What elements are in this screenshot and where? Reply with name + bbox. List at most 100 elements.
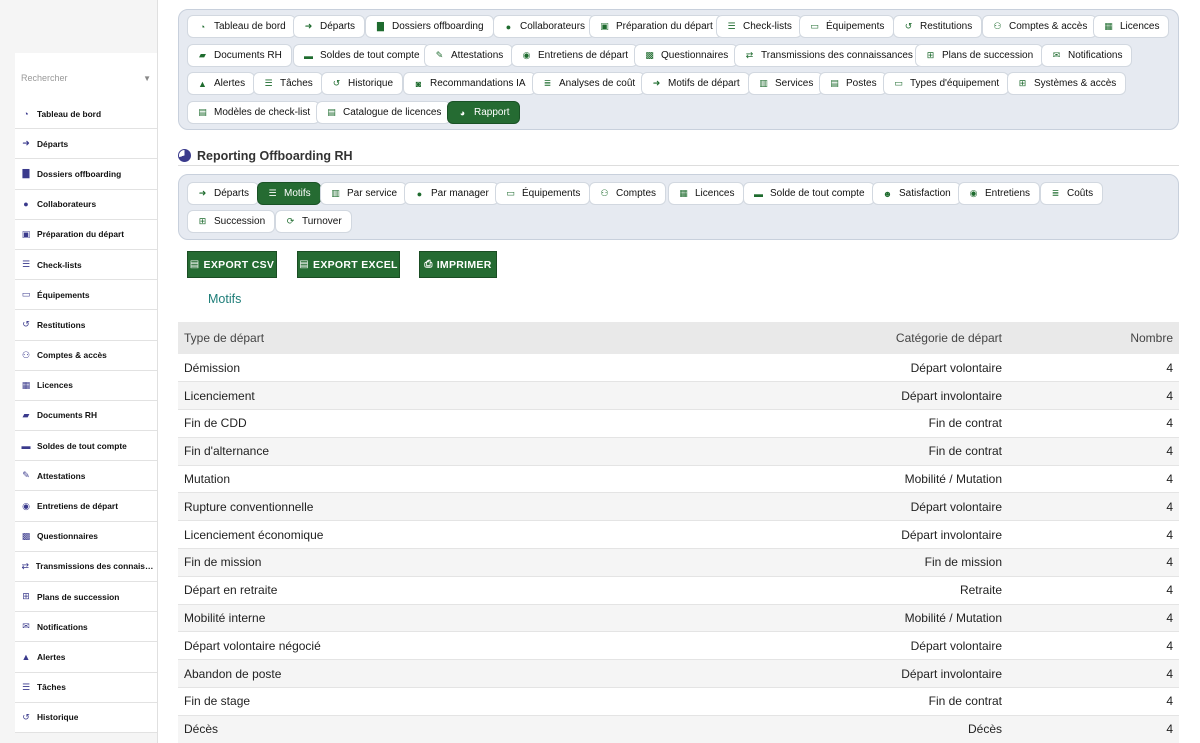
nav-tab-15[interactable]: ⇄ Transmissions des connaissances (734, 44, 923, 67)
nav-tab-14[interactable]: ▩ Questionnaires (634, 44, 739, 67)
nav-tab-29[interactable]: ▤ Catalogue de licences (316, 101, 452, 124)
sidebar-item-0[interactable]: ◔ Tableau de bord (15, 99, 157, 130)
cell-category: Mobilité / Mutation (904, 472, 1002, 487)
sidebar-item-5[interactable]: ☰ Check-lists (15, 249, 157, 281)
nav-tab-3[interactable]: ● Collaborateurs (493, 15, 596, 38)
report-tab-11[interactable]: ⊞ Succession (187, 210, 276, 233)
sidebar-item-2[interactable]: ▇ Dossiers offboarding (15, 159, 157, 190)
sidebar-item-8[interactable]: ⚇ Comptes & accès (15, 340, 157, 371)
sidebar-item-1[interactable]: ➜ Départs (15, 129, 157, 160)
sidebar-item-7[interactable]: ↺ Restitutions (15, 310, 157, 341)
sidebar-item-label: Check-lists (37, 259, 82, 270)
report-tab-label: Solde de tout compte (770, 188, 865, 199)
nav-tab-10[interactable]: ▰ Documents RH (187, 44, 292, 67)
sidebar-item-17[interactable]: ✉ Notifications (15, 612, 157, 643)
nav-tab-label: Préparation du départ (616, 21, 713, 32)
export-csv-button[interactable]: ▤ EXPORT CSV (187, 251, 277, 278)
report-tab-2[interactable]: ▥ Par service (320, 182, 408, 205)
report-tab-9[interactable]: ◉ Entretiens (958, 182, 1041, 205)
nav-tab-27[interactable]: ⊞ Systèmes & accès (1007, 72, 1127, 95)
laptop-icon: ▭ (506, 188, 515, 198)
nav-tab-28[interactable]: ▤ Modèles de check-list (187, 101, 321, 124)
sidebar-item-13[interactable]: ◉ Entretiens de départ (15, 491, 157, 522)
print-label: IMPRIMER (436, 258, 492, 271)
sidebar-item-label: Plans de succession (37, 591, 120, 602)
table-row: Démission Départ volontaire 4 (178, 354, 1179, 382)
report-tab-6[interactable]: ▦ Licences (668, 182, 745, 205)
id-badge-icon: ▦ (1104, 21, 1113, 31)
cell-count: 4 (1166, 499, 1173, 514)
report-tab-0[interactable]: ➜ Départs (187, 182, 260, 205)
export-excel-button[interactable]: ▤ EXPORT EXCEL (297, 251, 400, 278)
nav-tab-12[interactable]: ✎ Attestations (424, 44, 514, 67)
report-tab-3[interactable]: ● Par manager (404, 182, 499, 205)
export-excel-label: EXPORT EXCEL (313, 258, 398, 271)
nav-tab-30[interactable]: ◕ Rapport (447, 101, 520, 124)
nav-tab-11[interactable]: ▬ Soldes de tout compte (293, 44, 430, 67)
sidebar-item-20[interactable]: ↺ Historique (15, 702, 157, 733)
sidebar-item-19[interactable]: ☰ Tâches (15, 672, 157, 703)
sidebar-item-3[interactable]: ● Collaborateurs (15, 189, 157, 220)
nav-tab-label: Services (775, 78, 814, 89)
dashboard-icon: ◔ (199, 21, 206, 32)
id-card-icon: ▤ (327, 107, 336, 117)
sidebar-item-6[interactable]: ▭ Équipements (15, 280, 157, 311)
nav-tab-13[interactable]: ◉ Entretiens de départ (511, 44, 639, 67)
sidebar-item-12[interactable]: ✎ Attestations (15, 461, 157, 492)
nav-tab-6[interactable]: ▭ Équipements (799, 15, 895, 38)
nav-tab-20[interactable]: ↺ Historique (321, 72, 404, 95)
nav-tab-18[interactable]: ▲ Alertes (187, 72, 256, 95)
sidebar-item-9[interactable]: ▦ Licences (15, 370, 157, 401)
report-tab-5[interactable]: ⚇ Comptes (589, 182, 667, 205)
nav-tab-19[interactable]: ☰ Tâches (253, 72, 323, 95)
nav-tab-1[interactable]: ➜ Départs (293, 15, 366, 38)
nav-tab-label: Recommandations IA (430, 78, 526, 89)
nav-tab-22[interactable]: ≣ Analyses de coût (532, 72, 646, 95)
sidebar-item-14[interactable]: ▩ Questionnaires (15, 521, 157, 552)
nav-tab-23[interactable]: ➜ Motifs de départ (641, 72, 750, 95)
nav-tab-21[interactable]: ◙ Recommandations IA (403, 72, 536, 95)
cell-count: 4 (1166, 722, 1173, 737)
sidebar-item-10[interactable]: ▰ Documents RH (15, 400, 157, 432)
nav-tab-9[interactable]: ▦ Licences (1093, 15, 1170, 38)
nav-tab-label: Notifications (1068, 50, 1123, 61)
report-tab-1[interactable]: ☰ Motifs (257, 182, 321, 205)
nav-tab-24[interactable]: ▥ Services (748, 72, 824, 95)
table-row: Licenciement Départ involontaire 4 (178, 381, 1179, 410)
chart-pie-icon (178, 149, 191, 162)
search-select[interactable]: Rechercher ▼ (15, 53, 157, 103)
nav-tab-25[interactable]: ▤ Postes (819, 72, 887, 95)
report-tab-7[interactable]: ▬ Solde de tout compte (743, 182, 875, 205)
nav-tab-16[interactable]: ⊞ Plans de succession (915, 44, 1044, 67)
sidebar-item-11[interactable]: ▬ Soldes de tout compte (15, 431, 157, 462)
print-button[interactable]: ⎙ IMPRIMER (419, 251, 497, 278)
sidebar-item-label: Restitutions (37, 319, 86, 330)
column-header-category[interactable]: Catégorie de départ (758, 322, 1008, 354)
folder-open-icon: ▰ (22, 409, 30, 420)
dashboard-icon: ◔ (23, 108, 29, 119)
sidebar-item-4[interactable]: ▣ Préparation du départ (15, 219, 157, 250)
nav-tab-label: Systèmes & accès (1034, 78, 1117, 89)
sidebar-item-16[interactable]: ⊞ Plans de succession (15, 582, 157, 613)
report-tab-8[interactable]: ☻ Satisfaction (872, 182, 961, 205)
column-header-type[interactable]: Type de départ (178, 322, 758, 354)
report-tab-4[interactable]: ▭ Équipements (495, 182, 591, 205)
nav-tab-5[interactable]: ☰ Check-lists (716, 15, 802, 38)
sidebar-item-15[interactable]: ⇄ Transmissions des connaissances (15, 551, 157, 582)
column-header-count[interactable]: Nombre (1008, 322, 1179, 354)
cell-count: 4 (1166, 444, 1173, 459)
nav-tab-4[interactable]: ▣ Préparation du départ (589, 15, 723, 38)
nav-tab-17[interactable]: ✉ Notifications (1041, 44, 1133, 67)
report-tab-label: Turnover (302, 216, 342, 227)
cell-count: 4 (1166, 611, 1173, 626)
nav-tab-0[interactable]: ◔ Tableau de bord (187, 15, 296, 38)
report-tab-12[interactable]: ⟳ Turnover (275, 210, 352, 233)
nav-tab-26[interactable]: ▭ Types d'équipement (883, 72, 1010, 95)
nav-tab-7[interactable]: ↺ Restitutions (893, 15, 983, 38)
report-tab-label: Satisfaction (899, 188, 951, 199)
users-cog-icon: ⚇ (993, 21, 1002, 31)
report-tab-10[interactable]: ≣ Coûts (1040, 182, 1104, 205)
nav-tab-2[interactable]: ▇ Dossiers offboarding (365, 15, 494, 38)
nav-tab-8[interactable]: ⚇ Comptes & accès (982, 15, 1098, 38)
sidebar-item-18[interactable]: ▲ Alertes (15, 642, 157, 673)
